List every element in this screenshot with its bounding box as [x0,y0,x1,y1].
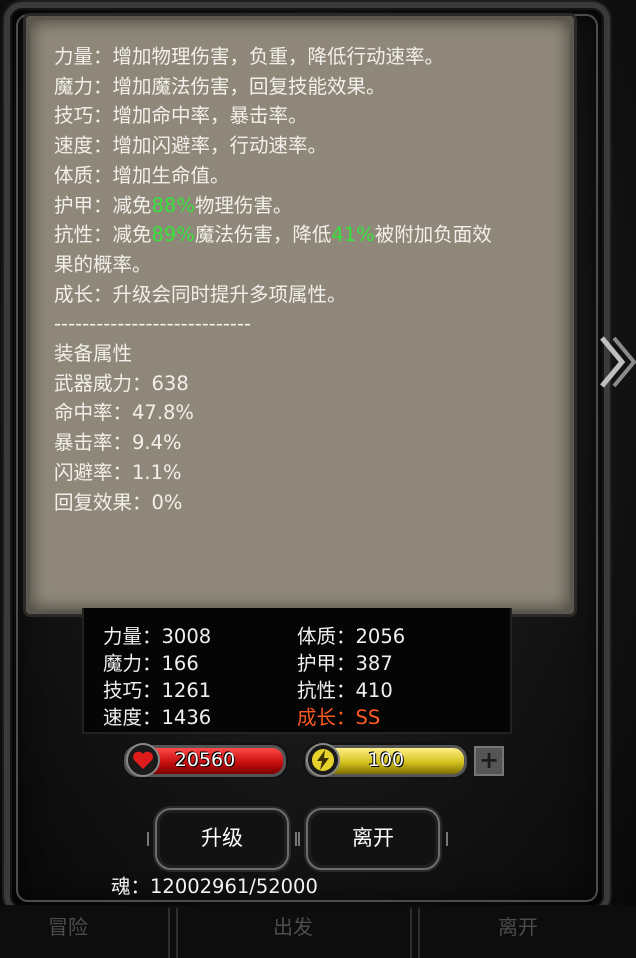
panel-text-span: 抗性：减免 [54,223,152,247]
panel-text-span: 闪避率：1.1% [54,460,182,484]
soul-counter: 魂：12002961/52000 [111,875,318,898]
panel-text-span: 速度：增加闪避率，行动速率。 [54,134,328,158]
panel-text-span: 体质：增加生命值。 [54,163,230,187]
panel-text-span: 力量：增加物理伤害，负重，降低行动速率。 [54,45,445,68]
attribute-description-text: 力量：增加物理伤害，负重，降低行动速率。 魔力：增加魔法伤害，回复技能效果。 技巧：… [54,42,494,517]
stat-speed: 速度：1436 [103,706,212,729]
panel-line: 抗性：减免89%魔法伤害，降低41%被附加负面效果的概率。 [54,220,494,279]
panel-text-span: 技巧：增加命中率，暴击率。 [54,104,308,128]
tab-adventure[interactable]: 冒险 [48,911,88,940]
stat-strength: 力量：3008 [103,625,212,648]
panel-text-span: 回复效果：0% [54,490,183,514]
stat-resistance: 抗性：410 [297,679,393,702]
panel-line: 成长：升级会同时提升多项属性。 [54,280,494,310]
highlight-value: 88% [151,193,195,217]
highlight-value: 41% [331,223,375,247]
stat-constitution: 体质：2056 [297,625,406,648]
tab-leave[interactable]: 离开 [498,911,538,940]
upgrade-button[interactable]: 升级 [147,808,297,870]
panel-line: 装备属性 [54,339,494,369]
panel-text-span: 武器威力：638 [54,371,189,395]
panel-text-span: 成长：升级会同时提升多项属性。 [54,282,347,306]
panel-text-span: 护甲：减免 [54,193,152,217]
leave-button[interactable]: 离开 [298,808,448,870]
panel-line: 速度：增加闪避率，行动速率。 [54,131,494,161]
highlight-value: 89% [151,223,195,247]
panel-line: ---------------------------- [54,309,494,339]
bottom-divider [410,908,420,958]
panel-line: 护甲：减免88%物理伤害。 [54,191,494,221]
panel-text-span: 命中率：47.8% [54,401,194,425]
panel-text-span: 魔法伤害，降低 [194,223,332,247]
bottom-nav-bar [0,905,636,958]
panel-text-span: 装备属性 [54,342,133,366]
stat-growth: 成长：SS [297,706,381,729]
panel-text-span: 暴击率：9.4% [54,431,182,455]
panel-line: 闪避率：1.1% [54,458,494,488]
panel-line: 体质：增加生命值。 [54,161,494,191]
panel-text-span: 物理伤害。 [194,193,293,217]
panel-line: 魔力：增加魔法伤害，回复技能效果。 [54,72,494,102]
next-page-arrow-icon[interactable] [596,330,636,394]
panel-line: 暴击率：9.4% [54,428,494,458]
panel-line: 力量：增加物理伤害，负重，降低行动速率。 [54,42,494,72]
heart-icon [126,743,160,777]
stat-skill: 技巧：1261 [103,679,212,702]
lightning-icon [306,743,340,777]
panel-text-span: 魔力：增加魔法伤害，回复技能效果。 [54,74,386,98]
add-energy-button[interactable]: + [474,746,504,776]
panel-line: 技巧：增加命中率，暴击率。 [54,101,494,131]
stat-armor: 护甲：387 [297,652,393,675]
stat-magic: 魔力：166 [103,652,199,675]
panel-line: 命中率：47.8% [54,398,494,428]
tab-depart[interactable]: 出发 [273,911,313,940]
panel-line: 回复效果：0% [54,488,494,518]
bottom-divider [168,908,178,958]
panel-text-span: ---------------------------- [54,312,252,336]
panel-line: 武器威力：638 [54,369,494,399]
